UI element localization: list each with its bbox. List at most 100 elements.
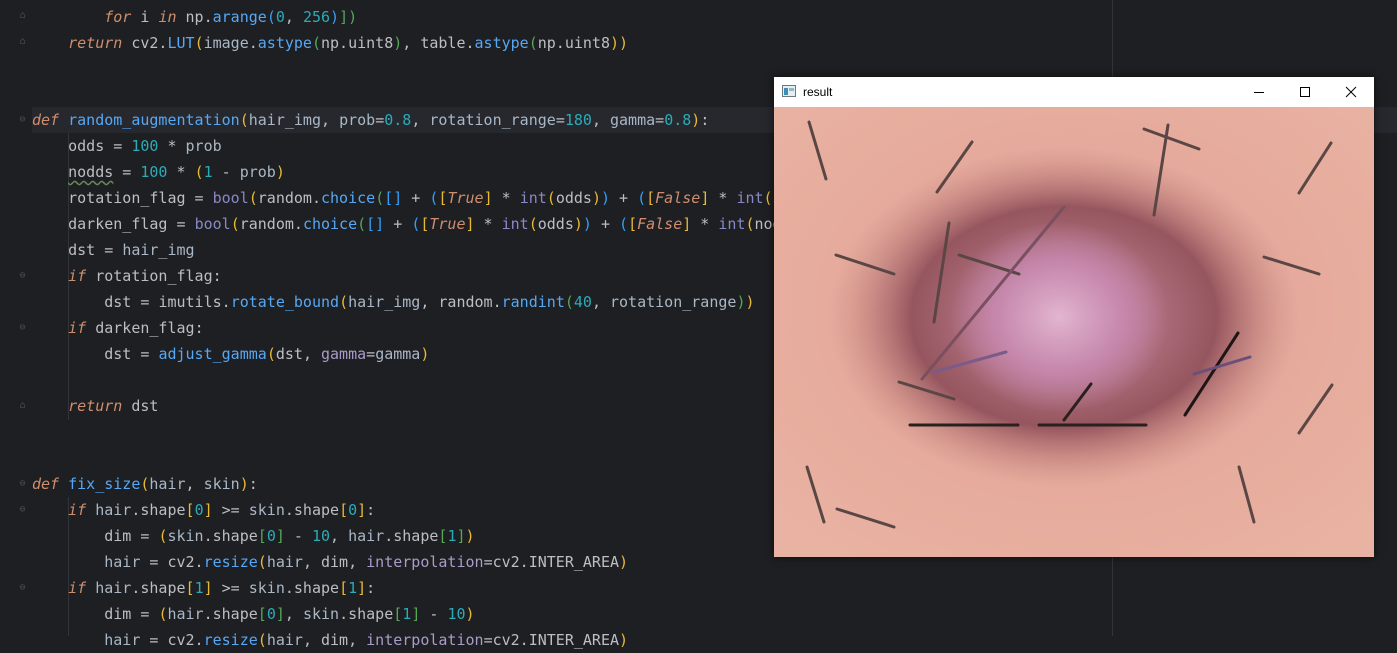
fold-icon[interactable]: ⌂	[17, 36, 28, 47]
function-token: LUT	[167, 34, 195, 52]
code-line[interactable]: return cv2.LUT(image.astype(np.uint8), t…	[32, 30, 628, 56]
code-token: table.	[420, 34, 475, 52]
code-token: :	[366, 501, 376, 519]
paren-token: ])	[339, 8, 358, 26]
code-token: =	[104, 137, 132, 155]
fold-icon[interactable]: ⊖	[17, 504, 28, 515]
keyword-token: False	[637, 215, 683, 233]
code-token: shape	[393, 527, 439, 545]
code-token: :	[700, 111, 710, 129]
code-token: =	[185, 189, 213, 207]
code-line[interactable]: return dst	[32, 393, 158, 419]
code-line[interactable]: nodds = 100 * (1 - prob)	[32, 159, 285, 185]
code-line[interactable]: odds = 100 * prob	[32, 133, 222, 159]
code-token: -	[284, 527, 312, 545]
param-token: hair	[104, 553, 141, 571]
code-line[interactable]: dim = (skin.shape[0] - 10, hair.shape[1]…	[32, 523, 474, 549]
fold-icon[interactable]: ⊖	[17, 582, 28, 593]
param-token: hair	[149, 475, 186, 493]
fold-icon[interactable]: ⊖	[17, 114, 28, 125]
code-line[interactable]: def fix_size(hair, skin):	[32, 471, 258, 497]
code-token: shape	[140, 579, 186, 597]
param-token: gamma	[610, 111, 656, 129]
code-token: shape	[293, 501, 340, 519]
builtin-token: bool	[194, 215, 231, 233]
code-token: shape	[348, 605, 394, 623]
code-token: odds	[68, 137, 105, 155]
code-token: odds	[537, 215, 574, 233]
code-line[interactable]: if hair.shape[1] >= skin.shape[1]:	[32, 575, 375, 601]
code-line[interactable]: if darken_flag:	[32, 315, 203, 341]
param-token: prob	[339, 111, 376, 129]
code-token: random.	[438, 293, 502, 311]
code-token: .	[248, 34, 258, 52]
function-token: resize	[203, 631, 258, 649]
code-token: =	[140, 553, 168, 571]
code-line[interactable]: dst = imutils.rotate_bound(hair_img, ran…	[32, 289, 754, 315]
fold-icon[interactable]: ⊖	[17, 322, 28, 333]
code-line[interactable]: dst = adjust_gamma(dst, gamma=gamma)	[32, 341, 429, 367]
fold-icon[interactable]: ⌂	[17, 10, 28, 21]
code-token: dim	[321, 631, 349, 649]
fold-icon[interactable]: ⊖	[17, 270, 28, 281]
code-token: +	[591, 215, 620, 233]
code-line[interactable]: def random_augmentation(hair_img, prob=0…	[32, 107, 709, 133]
code-line[interactable]: dim = (hair.shape[0], skin.shape[1] - 10…	[32, 601, 474, 627]
paren-token: (	[194, 34, 204, 52]
code-line[interactable]: if rotation_flag:	[32, 263, 222, 289]
fold-icon[interactable]: ⊖	[17, 478, 28, 489]
code-line[interactable]: darken_flag = bool(random.choice([] + ([…	[32, 211, 836, 237]
code-line[interactable]: rotation_flag = bool(random.choice([] + …	[32, 185, 854, 211]
code-token: ,	[402, 34, 421, 52]
param-token: skin	[248, 501, 285, 519]
code-token: uint8	[564, 34, 610, 52]
code-token: i	[131, 8, 159, 26]
maximize-button[interactable]	[1282, 77, 1328, 107]
code-token: *	[474, 215, 502, 233]
gutter: ⌂ ⌂ ⊖ ⊖ ⊖ ⌂ ⊖ ⊖ ⊖	[0, 0, 32, 636]
param-token: rotation_range	[610, 293, 737, 311]
keyword-token: if	[68, 501, 87, 519]
code-token: uint8	[348, 34, 394, 52]
number-token: 1	[194, 579, 204, 597]
close-button[interactable]	[1328, 77, 1374, 107]
code-token: -	[212, 163, 240, 181]
fold-icon[interactable]: ⌂	[17, 400, 28, 411]
param-token: rotation_range	[429, 111, 556, 129]
paren-token: []	[366, 215, 385, 233]
kwarg-token: interpolation	[366, 631, 484, 649]
window-titlebar[interactable]: result	[774, 77, 1374, 107]
code-token: odds	[555, 189, 592, 207]
code-token: dst	[104, 293, 132, 311]
function-token: random_augmentation	[68, 111, 240, 129]
paren-token: (	[311, 34, 321, 52]
param-token: prob	[185, 137, 222, 155]
window-title: result	[803, 85, 833, 99]
code-line[interactable]: hair = cv2.resize(hair, dim, interpolati…	[32, 627, 628, 653]
keyword-token: if	[68, 267, 87, 285]
result-window[interactable]: result	[774, 77, 1374, 557]
code-line[interactable]: for i in np.arange(0, 256)])	[32, 4, 357, 30]
code-token: random.	[257, 189, 321, 207]
code-line[interactable]: hair = cv2.resize(hair, dim, interpolati…	[32, 549, 628, 575]
code-token: np.	[537, 34, 565, 52]
code-line[interactable]: dst = hair_img	[32, 237, 194, 263]
code-token: shape	[140, 501, 186, 519]
code-token: shape	[293, 579, 340, 597]
code-token: darken_flag	[95, 319, 195, 337]
builtin-token: bool	[212, 189, 249, 207]
param-token: hair	[104, 631, 141, 649]
paren-token: )	[393, 34, 403, 52]
code-line[interactable]: if hair.shape[0] >= skin.shape[0]:	[32, 497, 375, 523]
code-token: *	[167, 163, 195, 181]
minimize-button[interactable]	[1236, 77, 1282, 107]
param-token: skin	[302, 605, 340, 623]
function-token: arange	[212, 8, 267, 26]
code-token: nodds	[68, 163, 114, 181]
result-image	[774, 107, 1374, 557]
keyword-token: for	[104, 8, 132, 26]
param-token: hair_img	[248, 111, 321, 129]
code-token: np.	[176, 8, 213, 26]
number-token: 0.8	[384, 111, 412, 129]
code-token: =	[131, 345, 159, 363]
